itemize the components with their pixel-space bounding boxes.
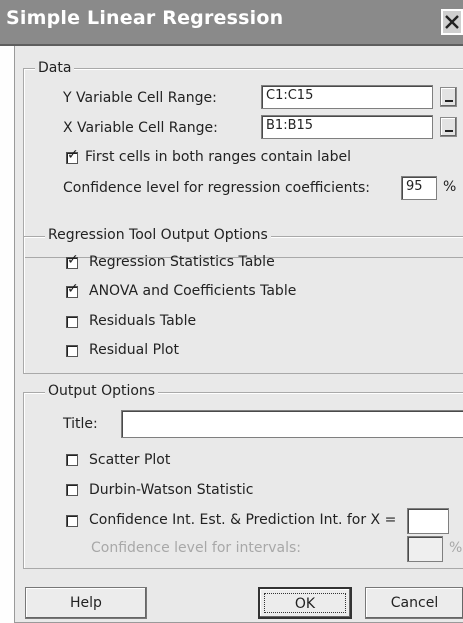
labels-checkbox-label: First cells in both ranges contain label xyxy=(85,149,351,165)
residuals-table-checkbox[interactable] xyxy=(66,316,78,328)
residual-plot-label: Residual Plot xyxy=(89,342,179,358)
x-range-input[interactable]: B1:B15 xyxy=(261,115,433,139)
title-label: Title: xyxy=(63,416,98,432)
check-mark-icon: ✓ xyxy=(67,281,79,297)
anova-checkbox[interactable]: ✓ xyxy=(66,282,79,298)
residual-plot-checkbox[interactable] xyxy=(66,345,78,357)
interval-confidence-label: Confidence level for intervals: xyxy=(91,540,301,556)
y-range-value: C1:C15 xyxy=(266,88,314,103)
confidence-label: Confidence level for regression coeffici… xyxy=(63,180,370,196)
title-bar: Simple Linear Regression xyxy=(0,0,463,46)
y-range-input[interactable]: C1:C15 xyxy=(261,85,433,109)
dialog-body: Data Y Variable Cell Range: C1:C15 X Var… xyxy=(14,46,463,623)
y-range-select-button[interactable] xyxy=(440,87,457,107)
residuals-table-label: Residuals Table xyxy=(89,313,197,329)
focus-ring xyxy=(264,593,346,613)
output-options-legend: Output Options xyxy=(45,383,159,399)
window-title: Simple Linear Regression xyxy=(6,7,284,29)
close-icon xyxy=(445,15,459,29)
confidence-unit: % xyxy=(443,179,457,195)
confidence-value: 95 xyxy=(406,179,423,194)
x-range-value: B1:B15 xyxy=(266,118,314,133)
regression-output-legend: Regression Tool Output Options xyxy=(45,227,271,243)
y-range-label: Y Variable Cell Range: xyxy=(63,90,217,106)
help-button[interactable]: Help xyxy=(25,587,147,619)
scatter-plot-checkbox[interactable] xyxy=(66,454,78,466)
interval-confidence-input[interactable] xyxy=(407,536,443,562)
x-value-input[interactable] xyxy=(407,508,449,534)
title-input[interactable] xyxy=(121,410,463,438)
confidence-input[interactable]: 95 xyxy=(401,176,437,200)
cancel-button[interactable]: Cancel xyxy=(365,587,463,619)
check-mark-icon: ✓ xyxy=(67,252,79,268)
regression-stats-label: Regression Statistics Table xyxy=(89,254,275,270)
close-button[interactable] xyxy=(441,9,463,35)
check-mark-icon: ✓ xyxy=(67,147,79,163)
confidence-prediction-checkbox[interactable] xyxy=(66,515,78,527)
regression-stats-checkbox[interactable]: ✓ xyxy=(66,253,79,269)
data-group-legend: Data xyxy=(35,60,75,76)
scatter-plot-label: Scatter Plot xyxy=(89,452,171,468)
anova-label: ANOVA and Coefficients Table xyxy=(89,283,297,299)
interval-confidence-unit: % xyxy=(449,540,463,556)
labels-checkbox[interactable]: ✓ xyxy=(66,148,79,164)
x-range-label: X Variable Cell Range: xyxy=(63,120,218,136)
confidence-prediction-label: Confidence Int. Est. & Prediction Int. f… xyxy=(89,512,397,528)
durbin-watson-checkbox[interactable] xyxy=(66,484,78,496)
durbin-watson-label: Durbin-Watson Statistic xyxy=(89,482,254,498)
ok-button[interactable]: OK xyxy=(258,587,352,619)
x-range-select-button[interactable] xyxy=(440,117,457,137)
